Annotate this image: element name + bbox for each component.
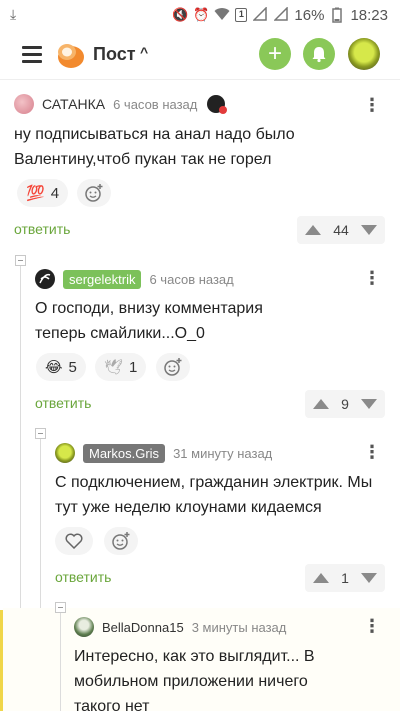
menu-icon[interactable]: [22, 46, 42, 63]
hundred-icon: 💯: [26, 185, 45, 202]
comment-author[interactable]: sergelektrik: [63, 269, 142, 289]
signal-icon: [252, 6, 268, 23]
comment-text: Интересно, как это выглядит... В мобильн…: [74, 648, 315, 711]
add-reaction-button[interactable]: [104, 527, 138, 555]
reply-link[interactable]: ответить: [14, 221, 70, 237]
new-comment-marker: [0, 610, 3, 711]
reaction-dove[interactable]: 🕊 1: [95, 353, 147, 381]
comment-header: sergelektrik 6 часов назад: [35, 268, 234, 290]
battery-percent: 16%: [294, 6, 325, 24]
collapse-thread-button[interactable]: [55, 602, 66, 613]
comment-text: ну подписываться на анал надо было Вален…: [14, 126, 295, 168]
vote-count: 9: [341, 396, 349, 412]
notifications-button[interactable]: [303, 38, 335, 70]
upvote-icon[interactable]: [313, 399, 329, 409]
heart-icon: [65, 533, 83, 549]
comment-author[interactable]: САТАНКА: [42, 96, 105, 112]
award-icon: [207, 95, 228, 114]
chevron-up-icon[interactable]: ^: [140, 44, 148, 60]
comment-author[interactable]: Markos.Gris: [83, 443, 166, 463]
bell-icon: [312, 47, 326, 63]
downvote-icon[interactable]: [360, 573, 377, 583]
reaction-laugh[interactable]: 😂 5: [36, 353, 86, 381]
dove-icon: 🕊: [104, 359, 124, 376]
comment-header: Markos.Gris 31 минуту назад: [55, 442, 272, 464]
comment-time[interactable]: 6 часов назад: [113, 97, 197, 112]
page-title[interactable]: Пост: [93, 44, 136, 65]
more-options-icon[interactable]: ⋮: [362, 442, 382, 462]
comment-text: С подключением, гражданин электрик. Мы т…: [55, 474, 373, 516]
avatar[interactable]: [35, 269, 55, 289]
alarm-icon: ⏰: [193, 7, 210, 22]
vote-widget: 1: [305, 564, 385, 592]
comment-text: О господи, внизу комментария теперь смай…: [35, 300, 263, 342]
mute-icon: 🔇: [172, 7, 189, 22]
reply-link[interactable]: ответить: [35, 395, 91, 411]
app-header: Пост ^ +: [0, 30, 400, 80]
add-emoji-icon: [112, 532, 130, 550]
more-options-icon[interactable]: ⋮: [362, 268, 382, 288]
avatar[interactable]: [74, 617, 94, 637]
download-icon: ⤓: [10, 6, 17, 22]
downvote-icon[interactable]: [360, 225, 377, 235]
collapse-thread-button[interactable]: [15, 255, 26, 266]
comment-header: САТАНКА 6 часов назад: [14, 93, 228, 115]
status-bar: ⤓ 🔇 ⏰ 1 16% 18:23: [0, 0, 400, 30]
sim-badge: 1: [235, 8, 248, 22]
reply-link[interactable]: ответить: [55, 569, 111, 585]
more-options-icon[interactable]: ⋮: [362, 95, 382, 115]
avatar[interactable]: [55, 443, 75, 463]
add-post-button[interactable]: +: [259, 38, 291, 70]
clock: 18:23: [350, 6, 388, 24]
like-button[interactable]: [55, 527, 93, 555]
user-avatar[interactable]: [348, 38, 380, 70]
thread-line: [60, 610, 61, 711]
avatar[interactable]: [14, 94, 34, 114]
vote-count: 44: [333, 222, 349, 238]
more-options-icon[interactable]: ⋮: [362, 616, 382, 636]
vote-widget: 44: [297, 216, 385, 244]
laugh-icon: 😂: [45, 359, 63, 376]
upvote-icon[interactable]: [305, 225, 321, 235]
vote-widget: 9: [305, 390, 385, 418]
signal2-icon: [273, 6, 289, 23]
add-reaction-button[interactable]: [77, 179, 111, 207]
downvote-icon[interactable]: [360, 399, 377, 409]
comment-time[interactable]: 3 минуты назад: [192, 620, 287, 635]
add-reaction-button[interactable]: [156, 353, 190, 381]
wifi-icon: [214, 7, 230, 23]
comment-author[interactable]: BellaDonna15: [102, 620, 184, 635]
comment-time[interactable]: 6 часов назад: [149, 272, 233, 287]
comment-header: BellaDonna15 3 минуты назад: [74, 616, 286, 638]
comment-time[interactable]: 31 минуту назад: [173, 446, 272, 461]
add-emoji-icon: [164, 358, 182, 376]
add-emoji-icon: [85, 184, 103, 202]
upvote-icon[interactable]: [313, 573, 329, 583]
vote-count: 1: [341, 570, 349, 586]
reaction-100[interactable]: 💯 4: [17, 179, 69, 207]
collapse-thread-button[interactable]: [35, 428, 46, 439]
app-logo[interactable]: [55, 40, 85, 70]
battery-icon: [329, 7, 345, 23]
